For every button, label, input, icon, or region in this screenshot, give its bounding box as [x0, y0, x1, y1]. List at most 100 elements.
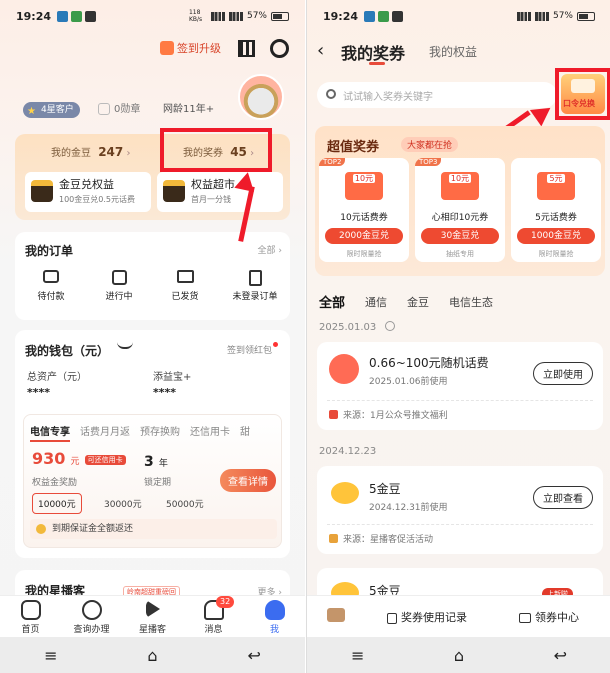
maturity-notice: 到期保证金全额返还 — [30, 519, 277, 539]
back-icon[interactable]: ↩ — [234, 646, 274, 665]
wallet-tab[interactable]: 电信专享 — [30, 423, 70, 442]
coupon-name: 5元话费券 — [535, 213, 577, 223]
checkin-button[interactable]: 签到升级 — [160, 40, 221, 56]
processing-icon — [111, 270, 127, 285]
history-button[interactable]: 奖券使用记录 — [387, 609, 467, 625]
search-bar[interactable]: 试试输入奖券关键字 — [317, 82, 557, 108]
order-item[interactable]: 待付款 — [29, 270, 73, 302]
filter-tab[interactable]: 电信生态 — [449, 294, 493, 311]
status-bar: 19:24 57% — [307, 0, 610, 32]
gold-bean-icon — [331, 482, 359, 504]
voucher-card[interactable]: 0.66~100元随机话费 2025.01.06前使用 立即使用 来源：1月公众… — [317, 342, 603, 430]
status-time: 19:24 — [323, 9, 359, 23]
medal-count[interactable]: 0勋章 — [98, 102, 140, 118]
order-item[interactable]: 未登录订单 — [225, 270, 285, 302]
history-label: 奖券使用记录 — [401, 611, 467, 624]
redpack-link[interactable]: 签到领红包 — [227, 343, 272, 356]
page-title: 我的奖券 — [341, 44, 406, 63]
tab-label: 查询办理 — [73, 625, 110, 635]
group-date: 2024.12.23 — [319, 446, 377, 457]
order-item[interactable]: 已发货 — [163, 270, 207, 302]
coupon-face: 10元 — [448, 174, 472, 183]
ticket-icon[interactable] — [327, 608, 345, 622]
mall-subtitle: 首月一分钱 — [191, 195, 231, 204]
amount-option[interactable]: 30000元 — [104, 497, 142, 510]
tab-my-benefits[interactable]: 我的权益 — [429, 43, 477, 60]
coupon-card[interactable]: TOP2 10元 10元话费券 2000金豆兑 限时限量抢 — [319, 158, 409, 262]
home-icon — [20, 600, 41, 620]
reward-amount: 930 元 可还信用卡 — [32, 449, 126, 468]
notice-text: 到期保证金全额返还 — [52, 524, 134, 534]
truck-icon — [176, 270, 194, 283]
use-now-button[interactable]: 立即使用 — [533, 362, 593, 385]
menu-icon[interactable]: ≡ — [338, 646, 378, 665]
query-icon — [81, 600, 102, 620]
coupon-card[interactable]: 5元 5元话费券 1000金豆兑 限时限量抢 — [511, 158, 601, 262]
orders-all-link[interactable]: 全部 › — [258, 243, 282, 256]
highlight-box — [160, 128, 272, 172]
view-now-button[interactable]: 立即查看 — [533, 486, 593, 509]
treasure-icon — [31, 180, 53, 202]
phone-credit-icon — [329, 354, 359, 384]
tab-label: 首页 — [21, 625, 40, 635]
settings-gear-icon[interactable] — [270, 39, 289, 58]
history-icon — [387, 612, 397, 624]
avatar[interactable] — [238, 74, 284, 120]
amount-option[interactable]: 50000元 — [166, 497, 204, 510]
coupon-name: 10元话费券 — [340, 213, 388, 223]
app-icon — [71, 10, 83, 22]
info-icon[interactable] — [385, 321, 395, 331]
coupon-center-icon — [519, 613, 531, 623]
eye-closed-icon[interactable] — [117, 342, 133, 349]
search-icon — [326, 89, 336, 99]
detail-button[interactable]: 查看详情 — [220, 469, 276, 492]
beans-entry[interactable]: 我的金豆 247 › — [51, 144, 130, 159]
source-icon — [329, 410, 338, 419]
back-chevron-icon[interactable]: ‹ — [317, 40, 324, 61]
tab-home[interactable]: 首页 — [3, 600, 58, 635]
coupon-redeem-button[interactable]: 2000金豆兑 — [325, 228, 403, 244]
coupon-card[interactable]: TOP3 10元 心相印10元券 30金豆兑 抽纸专用 — [415, 158, 505, 262]
voucher-title: 0.66~100元随机话费 — [369, 356, 489, 370]
exchange-subtitle: 100金豆兑0.5元话费 — [59, 195, 135, 204]
wallet-tab[interactable]: 甜 — [240, 423, 250, 442]
home-nav-icon[interactable]: ⌂ — [132, 646, 172, 665]
wallet-tab[interactable]: 预存换购 — [140, 423, 180, 442]
home-nav-icon[interactable]: ⌂ — [439, 646, 479, 665]
order-item[interactable]: 进行中 — [97, 270, 141, 302]
coupon-redeem-button[interactable]: 1000金豆兑 — [517, 228, 595, 244]
exchange-entry[interactable]: 金豆兑权益 100金豆兑0.5元话费 — [25, 172, 151, 212]
right-screen: 19:24 57% ‹ 我的奖券 我的权益 试试输入奖券关键字 口令兑换 超值奖… — [306, 0, 610, 673]
orders-title: 我的订单 — [25, 244, 74, 258]
chevron-right-icon: › — [126, 148, 131, 159]
wallet-tab[interactable]: 还信用卡 — [190, 423, 230, 442]
tier-badge[interactable]: ★ 4星客户 — [23, 102, 80, 118]
tab-star[interactable]: 星播客 — [125, 600, 180, 635]
qr-code-icon[interactable] — [238, 40, 255, 57]
mall-entry[interactable]: 权益超市 首月一分钱 — [157, 172, 283, 212]
order-item-label: 待付款 — [37, 292, 65, 302]
tab-me[interactable]: 我 — [247, 600, 302, 635]
orders-all-label: 全部 — [257, 246, 276, 256]
coupon-note: 抽纸专用 — [446, 250, 474, 258]
amount-option[interactable]: 10000元 — [32, 493, 82, 514]
coupon-redeem-button[interactable]: 30金豆兑 — [421, 228, 499, 244]
filter-tab[interactable]: 金豆 — [407, 294, 429, 311]
search-placeholder: 试试输入奖券关键字 — [343, 92, 433, 103]
wallet-tab[interactable]: 话费月月返 — [80, 423, 130, 442]
wallet-icon — [43, 270, 59, 283]
coupon-image: 5元 — [537, 172, 575, 200]
battery-icon — [271, 11, 289, 21]
filter-tab[interactable]: 通信 — [365, 294, 387, 311]
tab-messages[interactable]: 32 消息 — [186, 596, 241, 635]
coupon-center-button[interactable]: 领券中心 — [519, 609, 579, 625]
voucher-expiry: 2024.12.31前使用 — [369, 503, 448, 513]
highlight-box — [555, 68, 610, 120]
voucher-card[interactable]: 5金豆 2024.12.31前使用 立即查看 来源：星播客促活活动 — [317, 466, 603, 554]
super-tag: 大家都在抢 — [401, 137, 459, 152]
menu-icon[interactable]: ≡ — [31, 646, 71, 665]
super-title: 超值奖券 — [327, 140, 380, 155]
tab-query[interactable]: 查询办理 — [64, 600, 119, 635]
back-icon[interactable]: ↩ — [540, 646, 580, 665]
filter-tab[interactable]: 全部 — [319, 292, 345, 311]
